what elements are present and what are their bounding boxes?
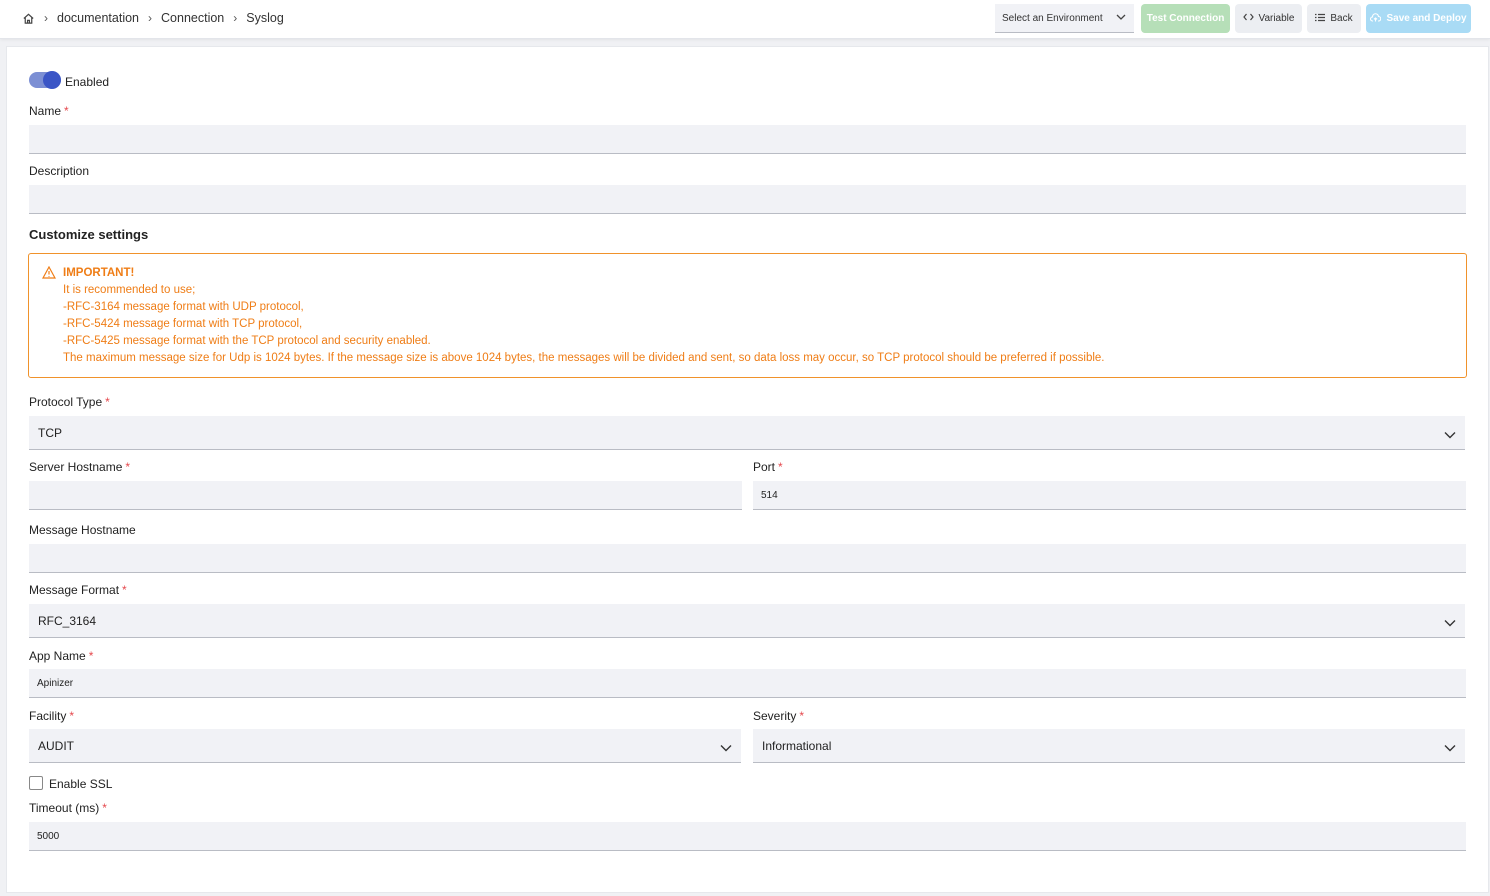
alert-line: -RFC-5424 message format with TCP protoc…	[63, 318, 303, 330]
chevron-right-icon: ›	[233, 11, 238, 25]
port-label: Port *	[753, 460, 783, 474]
cloud-upload-icon	[1370, 12, 1382, 25]
chevron-down-icon	[1444, 616, 1456, 630]
severity-select[interactable]: Informational	[753, 729, 1465, 763]
name-label: Name *	[29, 104, 69, 118]
test-connection-button[interactable]: Test Connection	[1141, 4, 1230, 33]
message-format-select[interactable]: RFC_3164	[29, 604, 1465, 638]
timeout-label: Timeout (ms) *	[29, 801, 107, 815]
chevron-right-icon: ›	[148, 11, 153, 25]
save-and-deploy-label: Save and Deploy	[1386, 13, 1467, 24]
protocol-type-label: Protocol Type *	[29, 395, 110, 409]
app-name-input[interactable]: Apinizer	[29, 669, 1466, 698]
important-alert: IMPORTANT! It is recommended to use; -RF…	[28, 253, 1467, 378]
variable-button[interactable]: Variable	[1235, 4, 1302, 33]
chevron-down-icon	[1116, 13, 1126, 24]
code-icon	[1242, 13, 1254, 24]
save-and-deploy-button[interactable]: Save and Deploy	[1366, 4, 1471, 33]
message-hostname-input[interactable]	[29, 544, 1466, 573]
warning-icon	[41, 265, 57, 282]
top-bar: › documentation › Connection › Syslog Se…	[0, 0, 1490, 39]
message-hostname-label: Message Hostname	[29, 523, 136, 537]
breadcrumb-connection[interactable]: Connection	[161, 11, 224, 25]
timeout-input[interactable]: 5000	[29, 822, 1466, 851]
description-input[interactable]	[29, 185, 1466, 214]
server-hostname-label: Server Hostname *	[29, 460, 131, 474]
app-name-label: App Name *	[29, 649, 94, 663]
section-title: Customize settings	[29, 227, 149, 242]
breadcrumb: › documentation › Connection › Syslog	[22, 11, 284, 25]
name-input[interactable]	[29, 125, 1466, 154]
message-format-label: Message Format *	[29, 583, 127, 597]
severity-value: Informational	[762, 738, 832, 753]
environment-select[interactable]: Select an Environment	[995, 4, 1134, 33]
protocol-type-select[interactable]: TCP	[29, 416, 1465, 450]
connection-form: Enabled Name * Description Customize sett…	[6, 46, 1489, 893]
list-icon	[1315, 13, 1326, 25]
variable-label: Variable	[1258, 13, 1295, 24]
environment-select-placeholder: Select an Environment	[1002, 13, 1103, 24]
breadcrumb-syslog: Syslog	[246, 11, 284, 25]
facility-value: AUDIT	[38, 738, 74, 753]
back-label: Back	[1330, 13, 1353, 24]
enable-ssl-checkbox[interactable]	[29, 776, 43, 790]
chevron-right-icon: ›	[44, 11, 48, 25]
facility-select[interactable]: AUDIT	[29, 729, 741, 763]
enable-ssl-label: Enable SSL	[49, 777, 113, 791]
alert-title: IMPORTANT!	[63, 267, 135, 279]
test-connection-label: Test Connection	[1146, 13, 1225, 24]
alert-line: The maximum message size for Udp is 1024…	[63, 352, 1105, 364]
breadcrumb-documentation[interactable]: documentation	[57, 11, 139, 25]
chevron-down-icon	[1444, 428, 1456, 442]
alert-line: -RFC-3164 message format with UDP protoc…	[63, 301, 304, 313]
alert-line: -RFC-5425 message format with the TCP pr…	[63, 335, 431, 347]
message-format-value: RFC_3164	[38, 613, 97, 628]
alert-line: It is recommended to use;	[63, 284, 196, 296]
chevron-down-icon	[1444, 741, 1456, 755]
server-hostname-input[interactable]	[29, 481, 742, 510]
enabled-label: Enabled	[65, 75, 110, 89]
back-button[interactable]: Back	[1307, 4, 1361, 33]
description-label: Description	[29, 164, 90, 178]
severity-label: Severity *	[753, 709, 805, 723]
port-input[interactable]: 514	[753, 481, 1466, 510]
chevron-down-icon	[720, 741, 732, 755]
enabled-toggle[interactable]	[29, 71, 61, 89]
protocol-type-value: TCP	[38, 425, 62, 440]
facility-label: Facility *	[29, 709, 75, 723]
home-icon[interactable]	[22, 12, 35, 25]
